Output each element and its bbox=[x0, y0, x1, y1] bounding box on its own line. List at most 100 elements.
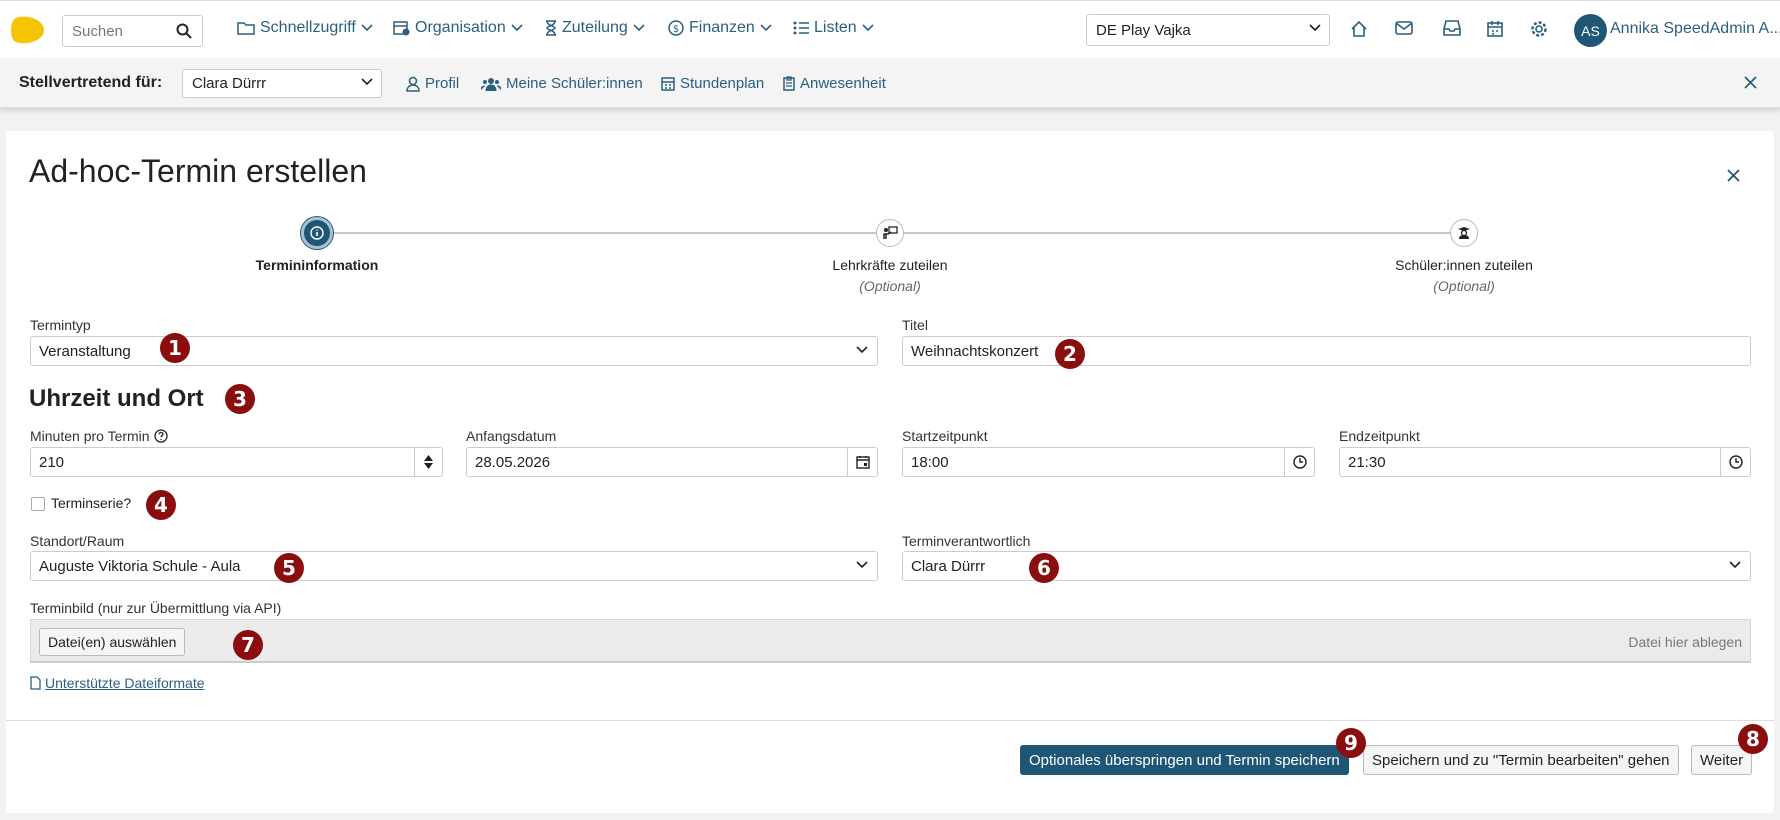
calendar-icon[interactable] bbox=[1487, 20, 1503, 37]
menu-listen[interactable]: Listen bbox=[793, 19, 874, 37]
deputy-select[interactable]: Clara Dürrr bbox=[182, 69, 382, 98]
menu-organisation[interactable]: Organisation bbox=[393, 19, 523, 37]
top-navigation: Suchen Schnellzugriff Organisation Zutei… bbox=[0, 0, 1780, 58]
section-heading: Uhrzeit und Ort bbox=[29, 385, 204, 412]
menu-zuteilung[interactable]: Zuteilung bbox=[545, 19, 645, 37]
teacher-board-icon bbox=[883, 226, 898, 239]
annotation-badge: 7 bbox=[233, 630, 263, 660]
standort-label: Standort/Raum bbox=[30, 533, 125, 549]
clock-icon bbox=[1728, 455, 1743, 469]
school-select[interactable]: DE Play Vajka bbox=[1086, 14, 1330, 46]
menu-finanzen[interactable]: $ Finanzen bbox=[668, 19, 772, 37]
menu-schnellzugriff[interactable]: Schnellzugriff bbox=[237, 19, 373, 37]
create-appointment-modal: Ad-hoc-Termin erstellen Termininformatio… bbox=[6, 131, 1774, 813]
annotation-badge: 3 bbox=[225, 384, 255, 414]
users-icon bbox=[481, 77, 501, 91]
avatar[interactable]: AS bbox=[1574, 14, 1607, 47]
file-dropzone[interactable]: Datei(en) auswählen Datei hier ablegen bbox=[30, 619, 1751, 663]
termintyp-select[interactable]: Veranstaltung bbox=[30, 336, 878, 366]
titel-input[interactable]: Weihnachtskonzert bbox=[902, 336, 1751, 366]
chevron-down-icon bbox=[361, 24, 373, 32]
time-picker-button[interactable] bbox=[1720, 448, 1750, 476]
anfangsdatum-label: Anfangsdatum bbox=[466, 428, 557, 444]
menu-finanzen-label: Finanzen bbox=[689, 19, 755, 36]
annotation-badge: 4 bbox=[146, 490, 176, 520]
settings-icon[interactable] bbox=[1530, 20, 1548, 38]
calendar-icon bbox=[661, 77, 675, 91]
supported-formats-link[interactable]: Unterstützte Dateiformate bbox=[30, 675, 205, 691]
standort-select[interactable]: Auguste Viktoria Schule - Aula bbox=[30, 551, 878, 581]
dropzone-hint: Datei hier ablegen bbox=[1628, 634, 1742, 650]
minuten-stepper[interactable]: 210 bbox=[30, 447, 443, 477]
help-icon[interactable] bbox=[153, 429, 168, 443]
skip-and-save-button[interactable]: Optionales überspringen und Termin speic… bbox=[1020, 745, 1349, 775]
minuten-label: Minuten pro Termin bbox=[30, 428, 150, 444]
chevron-down-icon bbox=[856, 561, 868, 569]
link-stundenplan[interactable]: Stundenplan bbox=[661, 75, 764, 92]
terminserie-label[interactable]: Terminserie? bbox=[51, 495, 131, 511]
calendar-icon bbox=[855, 456, 870, 469]
chevron-down-icon bbox=[1729, 561, 1741, 569]
chevron-down-icon bbox=[856, 346, 868, 354]
startzeit-label: Startzeitpunkt bbox=[902, 428, 988, 444]
endzeit-value: 21:30 bbox=[1348, 453, 1386, 471]
supported-formats-label: Unterstützte Dateiformate bbox=[45, 675, 205, 691]
minuten-label-wrap: Minuten pro Termin bbox=[30, 428, 168, 444]
menu-schnellzugriff-label: Schnellzugriff bbox=[260, 19, 356, 36]
clock-icon bbox=[1292, 455, 1307, 469]
search-icon[interactable] bbox=[176, 23, 192, 39]
search-placeholder: Suchen bbox=[72, 22, 123, 40]
titel-label: Titel bbox=[902, 317, 928, 333]
annotation-badge: 6 bbox=[1029, 553, 1059, 583]
termintyp-label: Termintyp bbox=[30, 317, 91, 333]
home-icon[interactable] bbox=[1350, 20, 1368, 38]
link-profil[interactable]: Profil bbox=[406, 75, 459, 92]
choose-files-button[interactable]: Datei(en) auswählen bbox=[39, 628, 186, 656]
menu-organisation-label: Organisation bbox=[415, 19, 506, 36]
step-2-indicator[interactable] bbox=[876, 219, 904, 247]
deputy-bar: Stellvertretend für: Clara Dürrr Profil … bbox=[0, 58, 1780, 108]
student-icon bbox=[1458, 227, 1470, 239]
step-3-indicator[interactable] bbox=[1450, 219, 1478, 247]
clipboard-icon bbox=[783, 76, 795, 91]
user-name[interactable]: Annika SpeedAdmin A... bbox=[1610, 20, 1780, 38]
step-1-indicator[interactable] bbox=[301, 217, 333, 249]
link-meine-schueler-label: Meine Schüler:innen bbox=[506, 75, 643, 92]
save-and-edit-button[interactable]: Speichern und zu "Termin bearbeiten" geh… bbox=[1363, 745, 1679, 775]
dollar-circle-icon: $ bbox=[668, 20, 684, 36]
spinner-controls[interactable] bbox=[414, 448, 442, 476]
annotation-badge: 5 bbox=[274, 553, 304, 583]
link-anwesenheit[interactable]: Anwesenheit bbox=[783, 75, 886, 92]
startzeit-input[interactable]: 18:00 bbox=[902, 447, 1315, 477]
caret-up-icon[interactable] bbox=[424, 455, 433, 461]
inbox-icon[interactable] bbox=[1443, 20, 1461, 36]
anfangsdatum-input[interactable]: 28.05.2026 bbox=[466, 447, 878, 477]
time-picker-button[interactable] bbox=[1284, 448, 1314, 476]
annotation-badge: 8 bbox=[1738, 724, 1768, 754]
terminserie-checkbox[interactable] bbox=[31, 497, 45, 511]
chevron-down-icon bbox=[1309, 24, 1321, 32]
annotation-badge: 9 bbox=[1336, 728, 1366, 758]
search-input[interactable]: Suchen bbox=[62, 15, 203, 47]
close-icon[interactable] bbox=[1744, 76, 1757, 89]
app-logo[interactable] bbox=[10, 15, 44, 45]
step-3-label: Schüler:innen zuteilen bbox=[1395, 257, 1533, 273]
chevron-down-icon bbox=[633, 24, 645, 32]
close-icon[interactable] bbox=[1727, 169, 1740, 182]
date-picker-button[interactable] bbox=[847, 448, 877, 476]
list-icon bbox=[793, 21, 809, 35]
file-icon bbox=[30, 676, 41, 690]
caret-down-icon[interactable] bbox=[424, 463, 433, 469]
link-stundenplan-label: Stundenplan bbox=[680, 75, 765, 92]
svg-text:$: $ bbox=[673, 24, 679, 35]
endzeit-input[interactable]: 21:30 bbox=[1339, 447, 1751, 477]
minuten-value: 210 bbox=[39, 453, 65, 471]
link-meine-schueler[interactable]: Meine Schüler:innen bbox=[481, 75, 643, 92]
calendar-clock-icon bbox=[393, 21, 410, 36]
mail-icon[interactable] bbox=[1395, 20, 1413, 36]
link-profil-label: Profil bbox=[425, 75, 460, 92]
step-1-label: Termininformation bbox=[255, 257, 379, 273]
avatar-initials: AS bbox=[1581, 22, 1600, 39]
deputy-select-value: Clara Dürrr bbox=[192, 75, 267, 92]
step-2-optional: (Optional) bbox=[859, 278, 921, 294]
